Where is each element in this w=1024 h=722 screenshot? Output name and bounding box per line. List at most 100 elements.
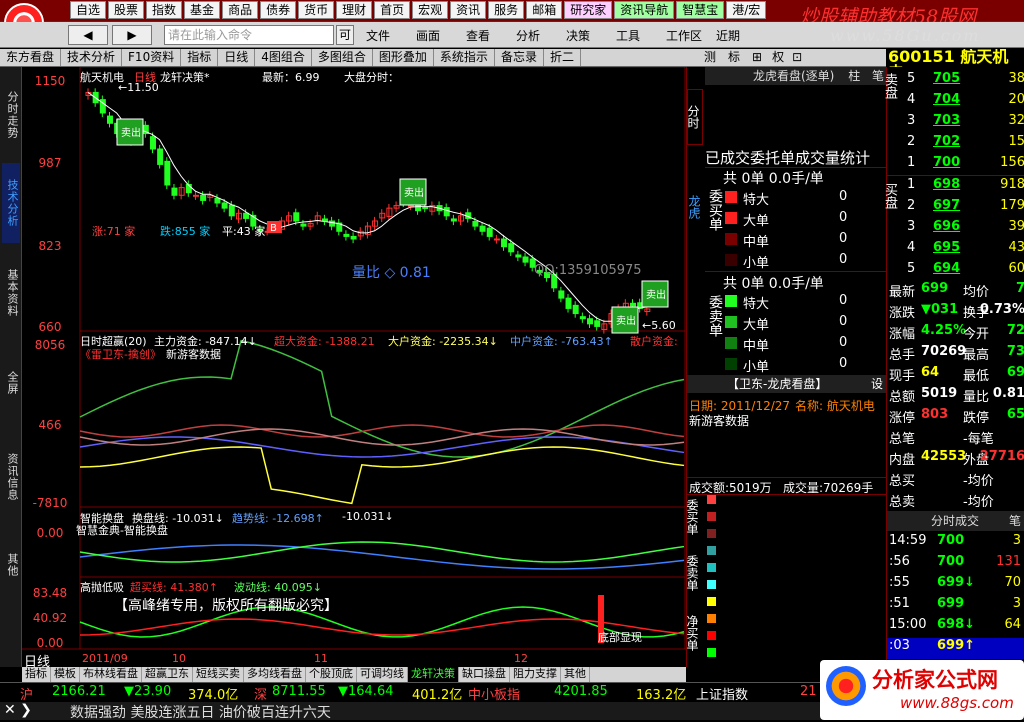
menu-button-8[interactable]: 首页	[374, 1, 411, 19]
view-tab-7[interactable]: 图形叠加	[373, 49, 434, 66]
main-menu-item-3[interactable]: 分析	[516, 27, 540, 44]
menu-button-14[interactable]: 资讯导航	[614, 1, 675, 19]
menu-button-4[interactable]: 商品	[222, 1, 259, 19]
menu-button-16[interactable]: 港/宏	[726, 1, 767, 19]
ask-row: 5 705 38	[901, 71, 1024, 92]
main-menu-item-1[interactable]: 画面	[416, 27, 440, 44]
menu-button-9[interactable]: 宏观	[412, 1, 449, 19]
indicator-tab-7[interactable]: 可调均线	[357, 667, 408, 682]
stat-label: 涨停	[889, 411, 916, 426]
menu-button-0[interactable]: 自选	[70, 1, 107, 19]
bid-price[interactable]: 695	[933, 240, 960, 255]
bar-mode-button[interactable]: 柱	[848, 69, 860, 83]
menu-button-7[interactable]: 理财	[336, 1, 373, 19]
view-tab-2[interactable]: F10资料	[122, 49, 182, 66]
stat-value: 42553	[921, 449, 967, 464]
stat-value: 70269	[921, 344, 967, 359]
menu-button-3[interactable]: 基金	[184, 1, 221, 19]
candle-body	[157, 148, 164, 165]
menu-button-1[interactable]: 股票	[108, 1, 145, 19]
main-menu-item-5[interactable]: 工具	[616, 27, 640, 44]
indicator-tab-3[interactable]: 超赢卫东	[142, 667, 193, 682]
menu-button-6[interactable]: 货币	[298, 1, 335, 19]
indicator-tab-10[interactable]: 阻力支撑	[510, 667, 561, 682]
stat-row: 最新 699 均价 7	[887, 281, 1024, 302]
tab-timeshare[interactable]: 分时	[686, 89, 703, 145]
menu-button-2[interactable]: 指数	[146, 1, 183, 19]
legend-square	[707, 631, 716, 640]
panel2-title: 【卫东-龙虎看盘】	[727, 377, 828, 391]
sz-amount: 401.2亿	[412, 688, 463, 703]
main-menu-item-6[interactable]: 工作区	[666, 27, 702, 44]
settings-button[interactable]: 设	[871, 375, 883, 393]
command-dropdown-button[interactable]: 可	[336, 25, 354, 45]
tick-volume: 70	[1004, 575, 1021, 590]
view-tab-9[interactable]: 备忘录	[495, 49, 544, 66]
bid-volume: 60	[1008, 261, 1024, 276]
menu-button-15[interactable]: 智慧宝	[676, 1, 725, 19]
left-tab-4[interactable]: 资讯信息	[2, 437, 20, 517]
sz-index: 8711.55	[272, 684, 326, 699]
sell-color-swatch	[725, 316, 737, 328]
candle-body	[565, 297, 572, 309]
indicator-tab-8[interactable]: 龙轩决策	[408, 667, 459, 682]
left-tab-0[interactable]: 分时走势	[2, 75, 20, 155]
news-text[interactable]: 数据强劲 美股连涨五日 油价破百连升六天	[70, 702, 331, 722]
main-menu-item-7[interactable]: 近期	[716, 27, 740, 44]
main-menu-item-0[interactable]: 文件	[366, 27, 390, 44]
trend-line	[79, 541, 685, 563]
top-menu-buttons: 自选 股票 指数 基金 商品 债券 货币 理财 首页 宏观 资讯 服务 邮箱 研究家 资讯导航 智慧宝 港/宏	[70, 1, 767, 21]
indicator-tab-6[interactable]: 个股顶底	[306, 667, 357, 682]
legend-square	[707, 512, 716, 521]
view-tab-1[interactable]: 技术分析	[61, 49, 123, 66]
stat-label: 总手	[889, 348, 916, 363]
legend-square	[707, 597, 716, 606]
menu-button-11[interactable]: 服务	[488, 1, 525, 19]
menu-button-10[interactable]: 资讯	[450, 1, 487, 19]
indicator-tab-11[interactable]: 其他	[561, 667, 590, 682]
indicator-tab-5[interactable]: 多均线看盘	[244, 667, 306, 682]
forward-button[interactable]: ▶	[112, 25, 152, 45]
stat-value-2: 0.81	[992, 386, 1024, 401]
view-tab-10[interactable]: 折二	[544, 49, 581, 66]
bid-price[interactable]: 698	[933, 177, 960, 192]
left-tab-1[interactable]: 技术分析	[2, 163, 20, 243]
indicator-tab-1[interactable]: 模板	[51, 667, 80, 682]
bid-price[interactable]: 696	[933, 219, 960, 234]
tick-switch-button[interactable]: 笔	[1009, 511, 1021, 531]
main-menu-item-2[interactable]: 查看	[466, 27, 490, 44]
left-tab-5[interactable]: 其他	[2, 525, 20, 605]
indicator-tab-0[interactable]: 指标	[22, 667, 51, 682]
back-button[interactable]: ◀	[68, 25, 108, 45]
view-tab-8[interactable]: 系统指示	[434, 49, 495, 66]
menu-button-5[interactable]: 债券	[260, 1, 297, 19]
menu-button-13[interactable]: 研究家	[564, 1, 613, 19]
view-tab-0[interactable]: 东方看盘	[0, 49, 62, 66]
bid-price[interactable]: 694	[933, 261, 960, 276]
main-menu-item-4[interactable]: 决策	[566, 27, 590, 44]
net-buy-side-c: 净买单	[685, 615, 699, 651]
stat-row: 总额 5019 量比 0.81	[887, 386, 1024, 407]
ask-price[interactable]: 704	[933, 92, 960, 107]
candle-body	[472, 221, 479, 227]
ask-price[interactable]: 702	[933, 134, 960, 149]
tab-dragon-tiger[interactable]: 龙虎	[687, 177, 703, 237]
bid-price[interactable]: 697	[933, 198, 960, 213]
menu-button-12[interactable]: 邮箱	[526, 1, 563, 19]
left-tab-2[interactable]: 基本资料	[2, 253, 20, 333]
ask-price[interactable]: 705	[933, 71, 960, 86]
ask-price[interactable]: 703	[933, 113, 960, 128]
view-tab-6[interactable]: 多图组合	[312, 49, 373, 66]
view-tab-4[interactable]: 日线	[218, 49, 256, 66]
buy-row: 大单 0	[723, 208, 883, 229]
ask-price[interactable]: 700	[933, 155, 960, 170]
main-chart[interactable]: 1150 987 823 660 8056 466 -7810 0.00 83.48 40.92 0…	[22, 67, 686, 670]
view-tab-5[interactable]: 4图组合	[255, 49, 312, 66]
indicator-tab-4[interactable]: 短线买卖	[193, 667, 244, 682]
left-side-tabs: 分时走势技术分析基本资料全屏资讯信息其他	[0, 67, 22, 667]
command-input[interactable]: 请在此输入命令	[164, 25, 334, 45]
left-tab-3[interactable]: 全屏	[2, 343, 20, 423]
indicator-tab-9[interactable]: 缺口操盘	[459, 667, 510, 682]
indicator-tab-2[interactable]: 布林线看盘	[80, 667, 142, 682]
view-tab-3[interactable]: 指标	[181, 49, 219, 66]
